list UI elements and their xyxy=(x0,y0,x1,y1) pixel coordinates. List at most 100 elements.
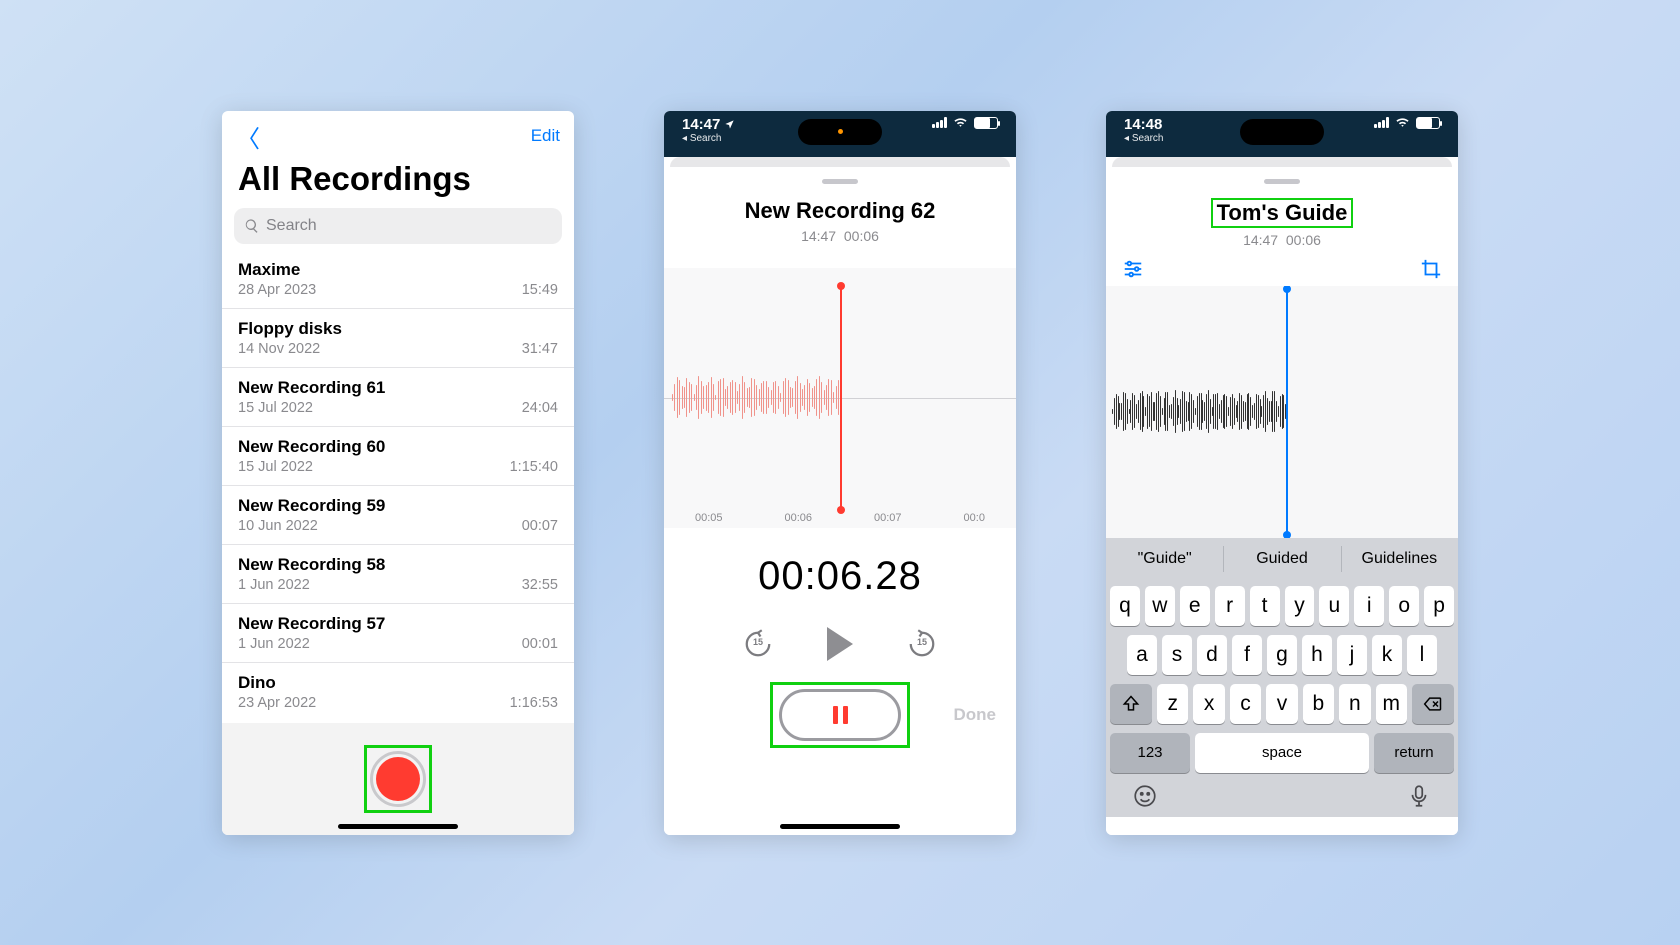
waveform-area[interactable] xyxy=(1106,286,1458,538)
battery-icon xyxy=(1416,117,1440,129)
recording-sheet: Tom's Guide 14:47 00:06 "Guide" Guided G… xyxy=(1106,171,1458,835)
list-item[interactable]: Floppy disks14 Nov 202231:47 xyxy=(222,309,574,368)
playhead-icon[interactable] xyxy=(1286,286,1288,538)
skip-back-button[interactable]: 15 xyxy=(743,629,773,659)
key-x[interactable]: x xyxy=(1193,684,1224,724)
space-key[interactable]: space xyxy=(1195,733,1369,773)
key-c[interactable]: c xyxy=(1230,684,1261,724)
suggestion[interactable]: Guided xyxy=(1223,538,1340,580)
screen-recording-active: 14:47 ◂ Search New Recording 62 14:47 00… xyxy=(664,111,1016,835)
shift-key[interactable] xyxy=(1110,684,1152,724)
status-time: 14:48 xyxy=(1124,117,1162,134)
back-to-search[interactable]: ◂ Search xyxy=(682,133,735,144)
settings-sliders-icon[interactable] xyxy=(1122,258,1144,280)
key-y[interactable]: y xyxy=(1285,586,1315,626)
wifi-icon xyxy=(953,117,968,128)
waveform-area[interactable]: 00:0500:0600:0700:0 xyxy=(664,268,1016,528)
recording-title-input[interactable]: Tom's Guide xyxy=(1211,198,1354,228)
recordings-list: Maxime28 Apr 202315:49 Floppy disks14 No… xyxy=(222,250,574,723)
dynamic-island[interactable] xyxy=(1240,119,1324,145)
keyboard-suggestions: "Guide" Guided Guidelines xyxy=(1106,538,1458,580)
key-t[interactable]: t xyxy=(1250,586,1280,626)
home-indicator[interactable] xyxy=(780,824,900,829)
back-chevron-icon[interactable]: 〈 xyxy=(236,119,260,154)
recording-title[interactable]: New Recording 62 xyxy=(664,198,1016,224)
key-n[interactable]: n xyxy=(1339,684,1370,724)
list-item[interactable]: New Recording 6115 Jul 202224:04 xyxy=(222,368,574,427)
status-time: 14:47 xyxy=(682,117,720,134)
list-item[interactable]: New Recording 6015 Jul 20221:15:40 xyxy=(222,427,574,486)
home-indicator[interactable] xyxy=(338,824,458,829)
key-h[interactable]: h xyxy=(1302,635,1332,675)
highlight-box xyxy=(770,682,910,748)
search-icon xyxy=(244,218,260,234)
key-u[interactable]: u xyxy=(1319,586,1349,626)
screen-all-recordings: 〈 Edit All Recordings Search Maxime28 Ap… xyxy=(222,111,574,835)
keyboard: qwertyuiop asdfghjkl zxcvbnm 123 space r… xyxy=(1106,580,1458,817)
cellular-icon xyxy=(1374,117,1389,128)
list-item[interactable]: Dino23 Apr 20221:16:53 xyxy=(222,663,574,721)
location-icon xyxy=(724,119,735,130)
key-z[interactable]: z xyxy=(1157,684,1188,724)
key-e[interactable]: e xyxy=(1180,586,1210,626)
list-item[interactable]: Maxime28 Apr 202315:49 xyxy=(222,250,574,309)
bottom-toolbar xyxy=(222,723,574,835)
key-v[interactable]: v xyxy=(1266,684,1297,724)
key-a[interactable]: a xyxy=(1127,635,1157,675)
key-o[interactable]: o xyxy=(1389,586,1419,626)
key-k[interactable]: k xyxy=(1372,635,1402,675)
suggestion[interactable]: Guidelines xyxy=(1341,538,1458,580)
dictation-key-icon[interactable] xyxy=(1406,783,1432,809)
emoji-key-icon[interactable] xyxy=(1132,783,1158,809)
play-button[interactable] xyxy=(827,627,853,661)
sheet-background-peek xyxy=(670,157,1010,167)
time-ticks: 00:0500:0600:0700:0 xyxy=(664,512,1016,524)
sheet-grabber[interactable] xyxy=(1264,179,1300,184)
search-input[interactable]: Search xyxy=(234,208,562,244)
key-r[interactable]: r xyxy=(1215,586,1245,626)
key-q[interactable]: q xyxy=(1110,586,1140,626)
cellular-icon xyxy=(932,117,947,128)
list-item[interactable]: New Recording 571 Jun 202200:01 xyxy=(222,604,574,663)
highlight-box xyxy=(364,745,432,813)
recording-sheet: New Recording 62 14:47 00:06 00:0500:060… xyxy=(664,171,1016,835)
numbers-key[interactable]: 123 xyxy=(1110,733,1190,773)
playhead-icon[interactable] xyxy=(840,286,842,510)
key-g[interactable]: g xyxy=(1267,635,1297,675)
backspace-key[interactable] xyxy=(1412,684,1454,724)
key-d[interactable]: d xyxy=(1197,635,1227,675)
battery-icon xyxy=(974,117,998,129)
list-item[interactable]: New Recording 581 Jun 202232:55 xyxy=(222,545,574,604)
transport-controls: 15 15 xyxy=(664,627,1016,661)
screen-rename-recording: 14:48 ◂ Search Tom's Guide 14:47 00:06 "… xyxy=(1106,111,1458,835)
back-to-search[interactable]: ◂ Search xyxy=(1124,133,1164,144)
key-l[interactable]: l xyxy=(1407,635,1437,675)
key-m[interactable]: m xyxy=(1376,684,1407,724)
page-title: All Recordings xyxy=(222,154,574,208)
skip-forward-button[interactable]: 15 xyxy=(907,629,937,659)
suggestion[interactable]: "Guide" xyxy=(1106,538,1223,580)
recording-meta: 14:47 00:06 xyxy=(664,228,1016,244)
key-s[interactable]: s xyxy=(1162,635,1192,675)
key-w[interactable]: w xyxy=(1145,586,1175,626)
list-item[interactable]: New Recording 5910 Jun 202200:07 xyxy=(222,486,574,545)
key-f[interactable]: f xyxy=(1232,635,1262,675)
done-button[interactable]: Done xyxy=(954,705,997,725)
recording-indicator-icon xyxy=(838,129,843,134)
dynamic-island[interactable] xyxy=(798,119,882,145)
search-placeholder: Search xyxy=(266,217,317,235)
elapsed-timer: 00:06.28 xyxy=(664,554,1016,599)
key-i[interactable]: i xyxy=(1354,586,1384,626)
key-j[interactable]: j xyxy=(1337,635,1367,675)
crop-icon[interactable] xyxy=(1420,258,1442,280)
sheet-grabber[interactable] xyxy=(822,179,858,184)
status-bar: 14:48 ◂ Search xyxy=(1106,111,1458,157)
key-b[interactable]: b xyxy=(1303,684,1334,724)
wifi-icon xyxy=(1395,117,1410,128)
recording-meta: 14:47 00:06 xyxy=(1106,232,1458,248)
return-key[interactable]: return xyxy=(1374,733,1454,773)
edit-button[interactable]: Edit xyxy=(531,126,560,146)
status-bar: 14:47 ◂ Search xyxy=(664,111,1016,157)
key-p[interactable]: p xyxy=(1424,586,1454,626)
sheet-background-peek xyxy=(1112,157,1452,167)
